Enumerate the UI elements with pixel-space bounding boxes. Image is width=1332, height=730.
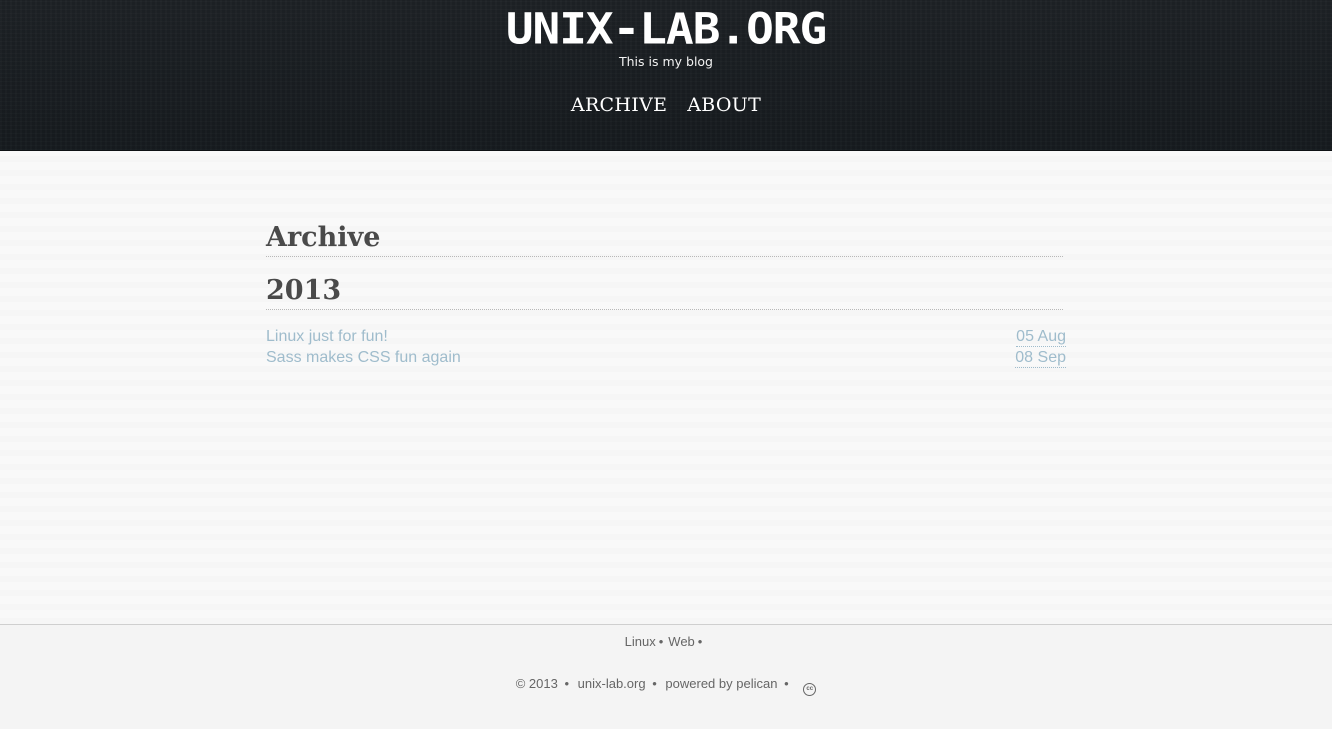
pelican-link[interactable]: pelican — [736, 676, 777, 691]
main-nav: ARCHIVE ABOUT — [0, 94, 1332, 116]
site-tagline: This is my blog — [618, 54, 713, 69]
copyright-text: © 2013 — [515, 676, 558, 691]
separator: • — [652, 676, 657, 691]
site-header: UNIX-LAB.ORG This is my blog ARCHIVE ABO… — [0, 0, 1332, 151]
nav-archive-link[interactable]: ARCHIVE — [571, 94, 667, 116]
separator: • — [697, 634, 703, 649]
powered-by-text: powered by — [665, 676, 733, 691]
nav-about-link[interactable]: ABOUT — [687, 94, 761, 116]
post-date: 08 Sep — [1015, 349, 1066, 368]
footer-site-link[interactable]: unix-lab.org — [578, 676, 646, 691]
site-footer: Linux • Web • © 2013 • unix-lab.org • power… — [0, 624, 1332, 730]
separator: • — [784, 676, 789, 691]
year-heading: 2013 — [266, 275, 1063, 310]
creative-commons-icon[interactable]: cc — [803, 683, 817, 696]
footer-category-linux[interactable]: Linux — [625, 634, 656, 649]
post-title-link[interactable]: Sass makes CSS fun again — [266, 349, 461, 366]
main-content: Archive 2013 Linux just for fun! 05 Aug … — [0, 151, 1332, 624]
separator: • — [658, 634, 664, 649]
separator: • — [564, 676, 570, 691]
archive-section: Archive 2013 Linux just for fun! 05 Aug … — [266, 222, 1066, 369]
site-logo[interactable]: UNIX-LAB.ORG — [0, 6, 1332, 52]
footer-credits: © 2013 • unix-lab.org • powered by pelic… — [0, 676, 1332, 696]
page-title: Archive — [266, 222, 1063, 257]
list-item: Sass makes CSS fun again 08 Sep — [266, 348, 1066, 369]
post-title-link[interactable]: Linux just for fun! — [266, 328, 388, 345]
footer-category-web[interactable]: Web — [668, 634, 695, 649]
footer-categories: Linux • Web • — [0, 634, 1332, 649]
post-date: 05 Aug — [1016, 328, 1066, 347]
post-list: Linux just for fun! 05 Aug Sass makes CS… — [266, 327, 1066, 369]
list-item: Linux just for fun! 05 Aug — [266, 327, 1066, 348]
